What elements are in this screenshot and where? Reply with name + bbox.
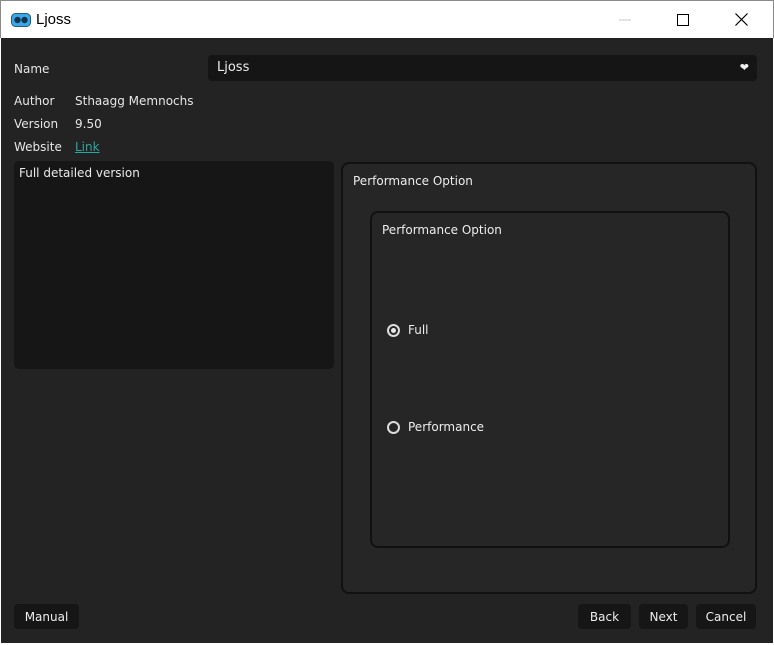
radio-option-performance[interactable]: Performance	[387, 420, 484, 434]
back-button[interactable]: Back	[578, 604, 631, 629]
performance-group-outer: Performance Option Performance Option Fu…	[341, 162, 757, 594]
close-button[interactable]	[712, 1, 770, 38]
installer-panel: Name Ljoss ❤ Author Sthaagg Memnochs Ver…	[1, 38, 773, 643]
name-dropdown[interactable]: Ljoss ❤	[208, 55, 757, 81]
cancel-button[interactable]: Cancel	[696, 604, 756, 629]
description-text: Full detailed version	[19, 166, 140, 180]
name-dropdown-value: Ljoss	[217, 60, 250, 75]
radio-button-unchecked[interactable]	[387, 420, 400, 434]
version-label: Version	[14, 117, 59, 131]
window-title: Ljoss	[36, 11, 72, 28]
next-button[interactable]: Next	[639, 604, 688, 629]
website-link[interactable]: Link	[75, 140, 100, 154]
performance-inner-title: Performance Option	[382, 223, 502, 237]
radio-label-performance: Performance	[408, 420, 485, 434]
radio-option-full[interactable]: Full	[387, 323, 429, 337]
version-value: 9.50	[75, 117, 102, 131]
description-box: Full detailed version	[14, 161, 334, 369]
author-label: Author	[14, 94, 55, 108]
minimize-button[interactable]	[596, 1, 654, 38]
maximize-button[interactable]	[654, 1, 712, 38]
manual-button[interactable]: Manual	[14, 604, 79, 629]
radio-label-full: Full	[408, 323, 429, 337]
author-value: Sthaagg Memnochs	[75, 94, 194, 108]
maximize-icon	[677, 13, 689, 26]
website-label: Website	[14, 140, 62, 154]
performance-outer-title: Performance Option	[353, 174, 473, 188]
radio-button-checked[interactable]	[387, 323, 400, 337]
chevron-down-icon: ❤	[739, 61, 749, 74]
performance-group-inner: Performance Option Full Performance	[370, 211, 730, 548]
minimize-icon	[619, 19, 631, 20]
title-bar: Ljoss	[0, 0, 774, 38]
name-label: Name	[14, 62, 50, 76]
app-logo-icon	[11, 13, 31, 27]
close-icon	[734, 13, 748, 26]
